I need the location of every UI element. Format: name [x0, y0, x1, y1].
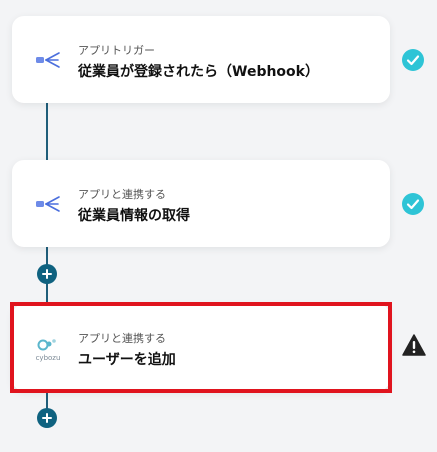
step-title: ユーザーを追加 [78, 352, 176, 368]
flow-step-get-employee[interactable]: アプリと連携する 従業員情報の取得 [12, 160, 390, 247]
step-title: 従業員が登録されたら（Webhook） [78, 64, 319, 80]
cybozu-logo: cybozu [34, 334, 62, 362]
check-icon [402, 49, 424, 71]
add-step-button[interactable] [37, 408, 57, 428]
step-type-label: アプリトリガー [78, 44, 155, 57]
flow-connector [46, 103, 48, 160]
step-type-label: アプリと連携する [78, 188, 166, 201]
add-step-button[interactable] [37, 264, 57, 284]
plus-icon [42, 269, 52, 279]
check-icon [402, 193, 424, 215]
cybozu-logo-text: cybozu [35, 354, 61, 362]
step-type-label: アプリと連携する [78, 332, 166, 345]
step-title: 従業員情報の取得 [78, 208, 190, 224]
flow-step-add-user[interactable]: cybozu アプリと連携する ユーザーを追加 [12, 304, 390, 391]
warning-icon [402, 334, 426, 356]
flow-step-trigger[interactable]: アプリトリガー 従業員が登録されたら（Webhook） [12, 16, 390, 103]
freee-hr-icon [34, 46, 62, 74]
freee-hr-icon [34, 190, 62, 218]
plus-icon [42, 413, 52, 423]
